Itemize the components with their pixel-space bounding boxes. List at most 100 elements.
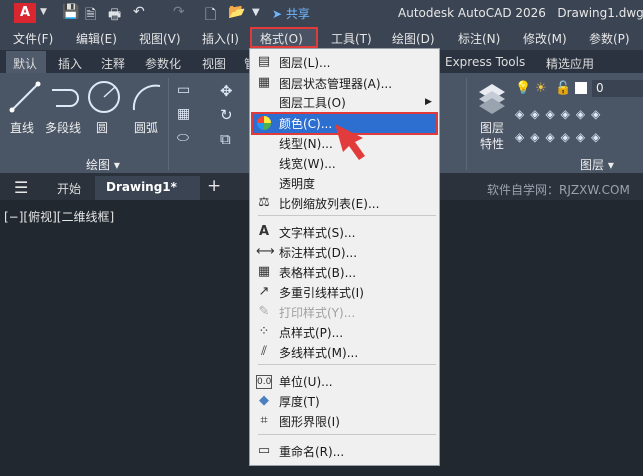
mline-style-icon: ⫽ bbox=[261, 344, 267, 359]
tab-express-tools[interactable]: Express Tools bbox=[445, 55, 525, 69]
hatch-tool-icon[interactable]: ▦ bbox=[177, 106, 190, 122]
circle-tool-icon[interactable] bbox=[86, 79, 122, 115]
tab-start[interactable]: 开始 bbox=[57, 180, 81, 197]
open-folder-icon[interactable]: 📂 bbox=[228, 4, 245, 20]
customize-arrow-icon[interactable]: ▼ bbox=[252, 7, 260, 18]
menu-item-label: 多重引线样式(I) bbox=[279, 286, 364, 300]
polyline-tool-icon[interactable] bbox=[48, 80, 82, 114]
menu-item-label: 点样式(P)... bbox=[279, 326, 344, 340]
app-menu-arrow-icon[interactable]: ▼ bbox=[40, 7, 47, 17]
menu-item-label: 图层工具(O) bbox=[279, 96, 346, 110]
tab-view[interactable]: 视图 bbox=[202, 55, 226, 72]
ellipse-tool-icon[interactable]: ⬭ bbox=[177, 130, 189, 146]
app-name: Autodesk AutoCAD 2026 bbox=[398, 6, 546, 20]
viewport-controls[interactable]: [−][俯视][二维线框] bbox=[4, 208, 114, 225]
menu-separator bbox=[258, 434, 436, 435]
save-icon[interactable]: 💾 bbox=[62, 4, 79, 20]
polyline-label[interactable]: 多段线 bbox=[45, 119, 81, 136]
menu-item-label: 打印样式(Y)... bbox=[279, 306, 356, 320]
arc-label[interactable]: 圆弧 bbox=[134, 119, 158, 136]
menu-format[interactable]: 格式(O) bbox=[260, 30, 303, 47]
menu-item-scale-list[interactable]: ⚖ 比例缩放列表(E)... bbox=[251, 193, 438, 213]
share-label: 共享 bbox=[285, 7, 310, 21]
menu-item-label: 厚度(T) bbox=[279, 395, 320, 409]
arc-tool-icon[interactable] bbox=[130, 80, 164, 114]
menu-insert[interactable]: 插入(I) bbox=[202, 30, 239, 47]
layer-dropdown[interactable]: 0 bbox=[592, 80, 643, 97]
redo-icon[interactable]: ↷ bbox=[173, 4, 185, 20]
menu-item-units[interactable]: 0.0 单位(U)... bbox=[251, 371, 438, 391]
line-label[interactable]: 直线 bbox=[10, 119, 34, 136]
thickness-icon: ◆ bbox=[259, 393, 269, 408]
add-tab-icon[interactable]: + bbox=[207, 176, 221, 196]
menu-item-plot-style: ✎ 打印样式(Y)... bbox=[251, 302, 438, 322]
menu-item-layer[interactable]: ▤ 图层(L)... bbox=[251, 52, 438, 72]
menu-item-label: 表格样式(B)... bbox=[279, 266, 357, 280]
circle-label[interactable]: 圆 bbox=[96, 119, 108, 136]
menu-item-text-style[interactable]: A 文字样式(S)... bbox=[251, 222, 438, 242]
menu-item-thickness[interactable]: ◆ 厚度(T) bbox=[251, 391, 438, 411]
menu-item-table-style[interactable]: ▦ 表格样式(B)... bbox=[251, 262, 438, 282]
menu-item-layer-tools[interactable]: 图层工具(O) bbox=[251, 92, 438, 112]
watermark-text: 软件自学网：RJZXW.COM bbox=[487, 183, 630, 197]
save-as-icon[interactable]: 🗎 bbox=[85, 4, 96, 28]
hamburger-menu-icon[interactable]: ☰ bbox=[14, 178, 28, 197]
menu-item-label: 图层状态管理器(A)... bbox=[279, 77, 393, 91]
layer-panel-label: 图层 bbox=[580, 158, 605, 172]
menu-item-label: 图形界限(I) bbox=[279, 415, 340, 429]
menu-draw[interactable]: 绘图(D) bbox=[392, 30, 435, 47]
units-icon: 0.0 bbox=[256, 375, 272, 389]
layer-tools-row-2[interactable]: ◈◈◈◈◈◈ bbox=[515, 130, 606, 144]
share-button[interactable]: ➤ 共享 bbox=[272, 5, 310, 22]
menu-modify[interactable]: 修改(M) bbox=[523, 30, 567, 47]
rename-icon: ▭ bbox=[257, 443, 271, 458]
menu-item-label: 单位(U)... bbox=[279, 375, 333, 389]
layer-panel-title[interactable]: 图层 ▾ bbox=[580, 156, 614, 173]
layer-tools-row-1[interactable]: ◈◈◈◈◈◈ bbox=[515, 107, 606, 121]
plot-style-icon: ✎ bbox=[258, 304, 270, 319]
menu-item-point-style[interactable]: ⁘ 点样式(P)... bbox=[251, 322, 438, 342]
menu-dimension[interactable]: 标注(N) bbox=[458, 30, 500, 47]
dim-style-icon: ⟷ bbox=[256, 244, 275, 259]
layer-state-icon: ▦ bbox=[257, 75, 271, 90]
autocad-logo[interactable]: A bbox=[14, 3, 36, 23]
annotation-arrow-icon bbox=[335, 124, 365, 160]
layer-properties-icon[interactable] bbox=[475, 80, 509, 114]
menu-item-dim-style[interactable]: ⟷ 标注样式(D)... bbox=[251, 242, 438, 262]
menu-view[interactable]: 视图(V) bbox=[139, 30, 181, 47]
rotate-tool-icon[interactable]: ↻ bbox=[220, 106, 233, 124]
tab-annotate[interactable]: 注释 bbox=[101, 55, 125, 72]
menu-edit[interactable]: 编辑(E) bbox=[76, 30, 117, 47]
tab-drawing1[interactable]: Drawing1* bbox=[106, 180, 177, 194]
mirror-tool-icon[interactable]: ⧉ bbox=[220, 130, 231, 148]
print-icon[interactable]: 🖶 bbox=[108, 4, 121, 28]
tab-parametric[interactable]: 参数化 bbox=[145, 55, 181, 72]
tab-default[interactable]: 默认 bbox=[13, 55, 37, 72]
tab-insert[interactable]: 插入 bbox=[58, 55, 82, 72]
app-title: Autodesk AutoCAD 2026 Drawing1.dwg bbox=[398, 6, 643, 20]
panel-divider bbox=[466, 78, 467, 170]
menu-file[interactable]: 文件(F) bbox=[13, 30, 53, 47]
layer-color-swatch[interactable] bbox=[575, 82, 587, 94]
menu-item-transparency[interactable]: 透明度 bbox=[251, 173, 438, 193]
properties-label[interactable]: 特性 bbox=[480, 135, 504, 152]
menu-item-mline-style[interactable]: ⫽ 多线样式(M)... bbox=[251, 342, 438, 362]
undo-icon[interactable]: ↶ bbox=[133, 4, 145, 20]
line-tool-icon[interactable] bbox=[8, 80, 42, 114]
lock-icon[interactable]: 🔓 bbox=[555, 81, 571, 96]
new-file-icon[interactable]: 🗋 bbox=[205, 4, 216, 28]
move-tool-icon[interactable]: ✥ bbox=[220, 82, 233, 100]
rectangle-tool-icon[interactable]: ▭ bbox=[177, 82, 190, 98]
bulb-icon[interactable]: 💡 bbox=[515, 81, 531, 96]
menu-item-label: 比例缩放列表(E)... bbox=[279, 197, 380, 211]
menu-item-rename[interactable]: ▭ 重命名(R)... bbox=[251, 441, 438, 461]
sun-icon[interactable]: ☀ bbox=[535, 81, 547, 96]
menu-parametric[interactable]: 参数(P) bbox=[589, 30, 630, 47]
tab-featured-apps[interactable]: 精选应用 bbox=[546, 55, 594, 72]
menu-item-limits[interactable]: ⌗ 图形界限(I) bbox=[251, 411, 438, 431]
draw-panel-title[interactable]: 绘图 ▾ bbox=[86, 156, 120, 173]
menu-item-layer-state[interactable]: ▦ 图层状态管理器(A)... bbox=[251, 73, 438, 93]
menu-separator bbox=[258, 364, 436, 365]
menu-item-mleader-style[interactable]: ↗ 多重引线样式(I) bbox=[251, 282, 438, 302]
layer-label[interactable]: 图层 bbox=[480, 119, 504, 136]
